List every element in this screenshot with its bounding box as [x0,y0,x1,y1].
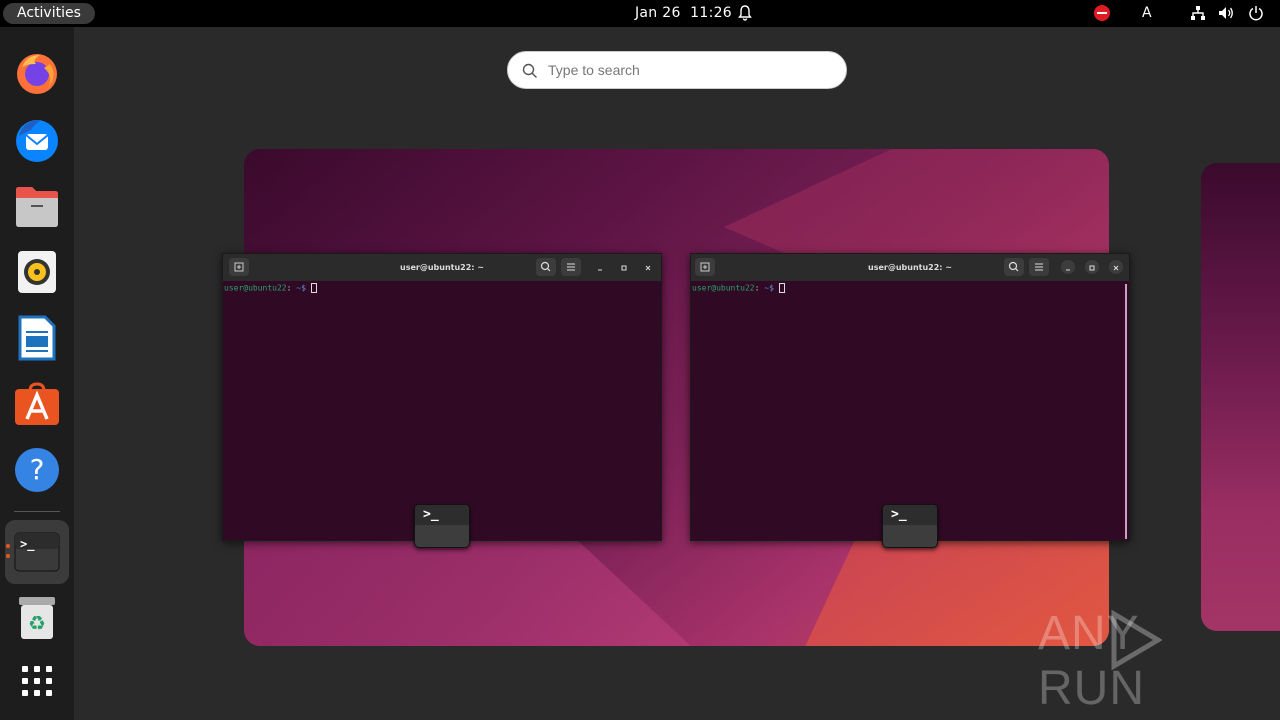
help-icon: ? [15,448,59,492]
maximize-icon [621,265,627,271]
terminal-window[interactable]: user@ubuntu22: ~ user@ubuntu22: ~$ >_ [690,253,1130,548]
search-icon [522,63,537,78]
window-titlebar[interactable]: user@ubuntu22: ~ [223,254,661,281]
files-icon [16,187,58,227]
svg-text:?: ? [30,453,45,486]
minimize-button[interactable] [593,260,607,274]
prompt-suffix: ~$ [291,283,311,293]
clock[interactable]: Jan 26 11:26 [635,4,732,22]
menu-button[interactable] [1029,258,1049,276]
window-app-badge: >_ [414,504,470,548]
close-icon [1113,265,1119,271]
maximize-icon [1089,265,1095,271]
writer-icon [18,315,56,361]
thunderbird-icon [16,120,58,162]
workspace-preview-next[interactable] [1201,163,1280,631]
terminal-window[interactable]: user@ubuntu22: ~ user@ubuntu22: ~$ >_ [222,253,662,548]
dock-separator [14,511,60,512]
trash-icon: ♻ [19,597,55,639]
dock-thunderbird[interactable] [12,115,62,165]
app-grid-icon [22,666,52,696]
close-button[interactable] [1109,260,1123,274]
dock-help[interactable]: ? [12,445,62,495]
dock-rhythmbox[interactable] [12,247,62,297]
shell-prompt: user@ubuntu22: ~$ [692,283,785,293]
minimize-icon [598,269,602,271]
dock-terminal[interactable]: >_ [12,527,62,577]
search-icon [1008,261,1019,272]
prompt-suffix: ~$ [759,283,779,293]
volume-icon[interactable] [1218,5,1234,21]
search-input[interactable] [548,52,838,88]
rhythmbox-icon [18,251,56,293]
network-icon[interactable] [1190,5,1206,21]
menu-button[interactable] [561,258,581,276]
hamburger-icon [1035,263,1043,271]
notification-bell-icon[interactable] [737,4,753,22]
search-icon [540,261,551,272]
hamburger-icon [567,263,575,271]
window-app-badge: >_ [882,504,938,548]
dock-files[interactable] [12,181,62,231]
terminal-icon: >_ [423,507,439,522]
clock-time: 11:26 [690,5,733,21]
maximize-button[interactable] [617,260,631,274]
keyboard-layout-indicator[interactable]: A [1142,5,1152,21]
dock-show-applications[interactable] [12,656,62,706]
shell-prompt: user@ubuntu22: ~$ [224,283,317,293]
power-icon[interactable] [1248,5,1264,21]
terminal-icon: >_ [891,507,907,522]
dock-writer[interactable] [12,313,62,363]
firefox-icon [17,54,57,94]
terminal-icon: >_ [14,532,60,572]
top-bar: Activities Jan 26 11:26 A [0,0,1280,27]
maximize-button[interactable] [1085,260,1099,274]
close-button[interactable] [641,260,655,274]
window-titlebar[interactable]: user@ubuntu22: ~ [691,254,1129,281]
search-button[interactable] [536,258,556,276]
text-cursor [310,283,317,293]
svg-text:♻: ♻ [28,611,46,635]
watermark-play-icon [1111,610,1162,670]
prompt-user: user@ubuntu22 [224,283,287,293]
svg-text:>_: >_ [20,537,35,552]
minimize-button[interactable] [1061,260,1075,274]
minimize-icon [1066,269,1070,271]
running-indicator [6,554,10,558]
running-indicator [6,544,10,548]
search-box[interactable] [507,51,847,89]
dock-software[interactable] [12,379,62,429]
text-cursor [778,283,785,293]
dock: ? >_ ♻ [0,27,74,720]
dock-firefox[interactable] [12,48,62,98]
do-not-disturb-icon[interactable] [1094,5,1110,21]
scrollbar[interactable] [1125,284,1127,539]
search-button[interactable] [1004,258,1024,276]
software-icon [15,382,59,425]
dock-trash[interactable]: ♻ [12,593,62,643]
activities-button[interactable]: Activities [3,3,95,24]
close-icon [645,265,651,271]
clock-date: Jan 26 [635,5,681,21]
prompt-user: user@ubuntu22 [692,283,755,293]
